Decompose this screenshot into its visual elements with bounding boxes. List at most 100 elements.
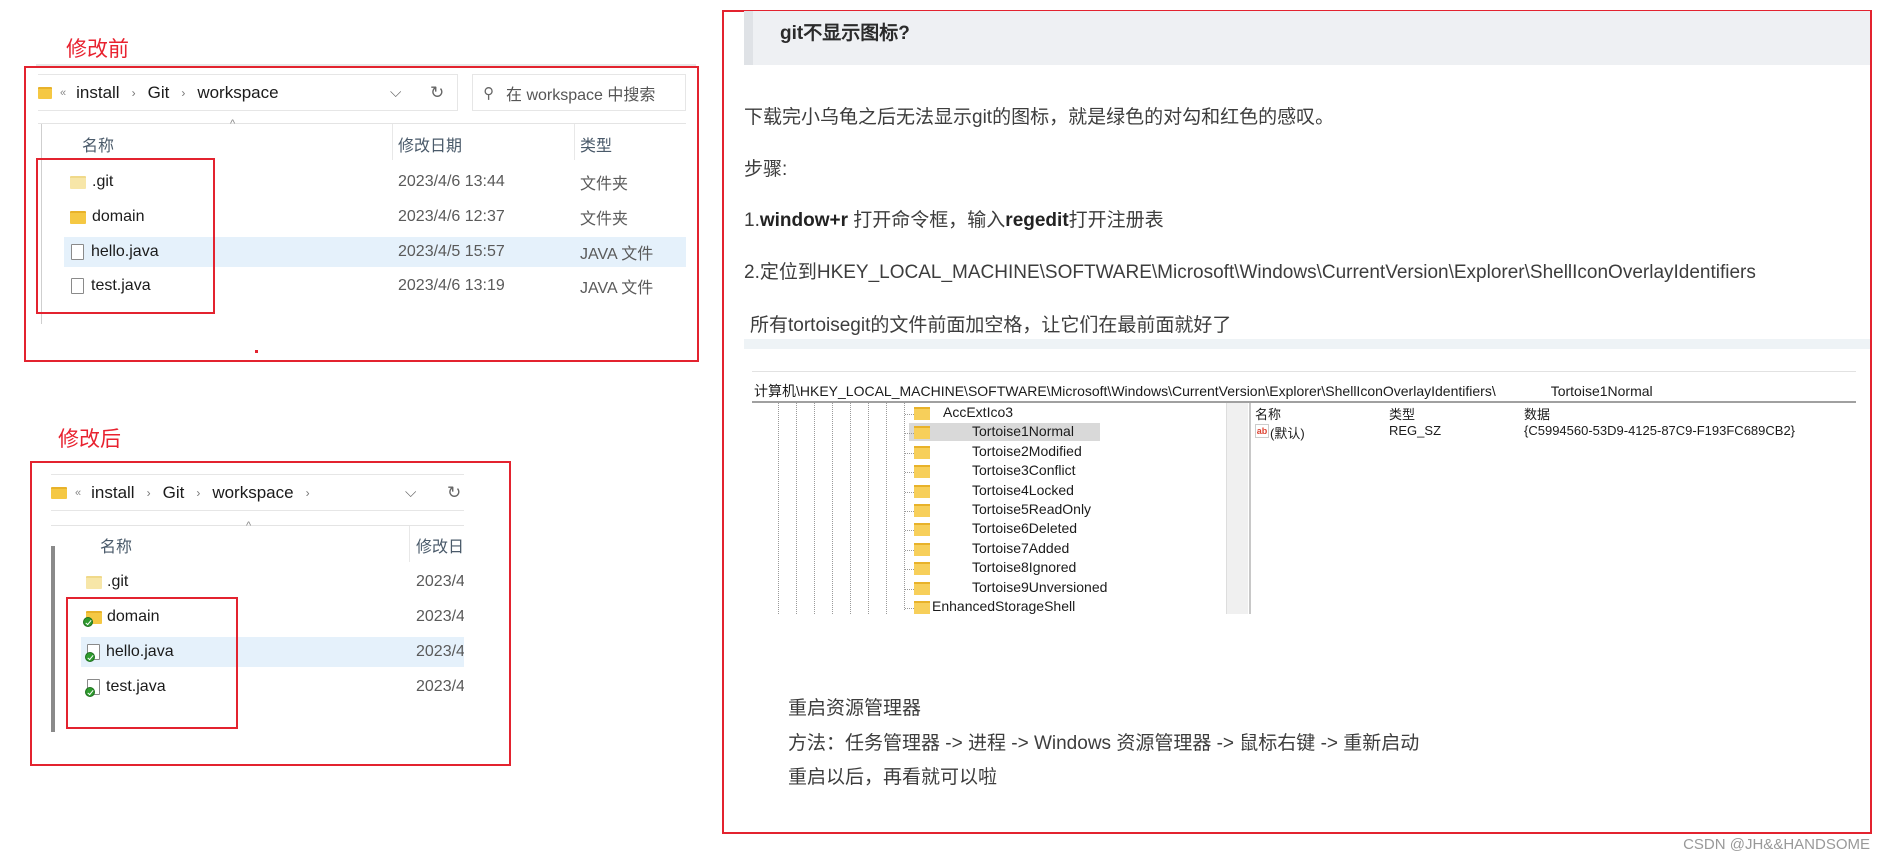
before-address-bar[interactable]: « install › Git › workspace ⌵ ↻ bbox=[38, 74, 458, 111]
registry-key-name: Tortoise4Locked bbox=[972, 481, 1074, 498]
tree-connector bbox=[905, 588, 914, 590]
bold-text: regedit bbox=[1005, 210, 1069, 231]
tree-guide bbox=[886, 403, 887, 614]
article-heading: git不显示图标? bbox=[780, 23, 910, 44]
step-1: 1.window+r 打开命令框，输入regedit打开注册表 bbox=[744, 205, 1164, 232]
breadcrumb-git[interactable]: Git bbox=[163, 483, 185, 503]
watermark: CSDN @JH&&HANDSOME bbox=[1683, 836, 1870, 853]
tree-connector bbox=[905, 414, 914, 415]
file-date: 2023/4 bbox=[416, 573, 464, 590]
registry-key[interactable]: Tortoise9Unversioned bbox=[905, 579, 1225, 598]
values-header-type[interactable]: 类型 bbox=[1389, 404, 1415, 423]
sort-up-icon[interactable]: ^ bbox=[230, 118, 235, 130]
column-header-name[interactable]: 名称 bbox=[100, 533, 132, 557]
divider bbox=[752, 401, 1856, 403]
registry-key[interactable]: Tortoise2Modified bbox=[905, 443, 1225, 462]
folder-icon bbox=[914, 601, 930, 614]
step-number: 1. bbox=[744, 210, 760, 231]
before-highlight-box bbox=[36, 158, 215, 314]
registry-key-name: AccExtIco3 bbox=[943, 404, 1014, 420]
breadcrumb-git[interactable]: Git bbox=[148, 83, 170, 103]
file-date: 2023/4 bbox=[416, 643, 464, 660]
tree-guide bbox=[778, 403, 779, 614]
file-name: .git bbox=[107, 573, 129, 590]
value-type: REG_SZ bbox=[1389, 423, 1442, 438]
registry-key[interactable]: EnhancedStorageShell bbox=[905, 598, 1225, 617]
breadcrumb-workspace[interactable]: workspace bbox=[197, 83, 278, 103]
folder-icon bbox=[38, 86, 52, 99]
column-header-date[interactable]: 修改日 bbox=[416, 533, 464, 557]
after-address-bar[interactable]: « install › Git › workspace › ⌵ ↻ bbox=[51, 474, 464, 511]
registry-key[interactable]: Tortoise4Locked bbox=[905, 482, 1225, 501]
step-2: 2.定位到HKEY_LOCAL_MACHINE\SOFTWARE\Microso… bbox=[744, 262, 1756, 283]
tree-connector bbox=[905, 491, 914, 493]
registry-key[interactable]: Tortoise7Added bbox=[905, 540, 1225, 559]
registry-key[interactable]: Tortoise8Ignored bbox=[905, 559, 1225, 578]
folder-icon bbox=[914, 465, 930, 479]
file-type: 文件夹 bbox=[580, 211, 629, 228]
registry-address-bar[interactable]: 计算机\HKEY_LOCAL_MACHINE\SOFTWARE\Microsof… bbox=[754, 381, 1653, 401]
tree-connector bbox=[905, 549, 914, 551]
column-header-date[interactable]: 修改日期 bbox=[398, 132, 462, 156]
column-separator[interactable] bbox=[574, 124, 575, 160]
file-date: 2023/4/6 12:37 bbox=[398, 208, 505, 225]
registry-key-name: Tortoise9Unversioned bbox=[972, 578, 1108, 595]
column-header-type[interactable]: 类型 bbox=[580, 132, 612, 156]
before-label: 修改前 bbox=[66, 38, 129, 61]
registry-key[interactable]: AccExtIco3 bbox=[905, 404, 1225, 423]
folder-icon bbox=[86, 575, 102, 589]
text: 打开命令框，输入 bbox=[848, 210, 1006, 231]
overflow-chevron-icon[interactable]: « bbox=[75, 487, 81, 499]
folder-icon bbox=[914, 484, 930, 498]
after-highlight-box bbox=[66, 597, 238, 729]
scrollbar[interactable] bbox=[51, 546, 55, 732]
values-header-name[interactable]: 名称 bbox=[1255, 404, 1281, 423]
tree-guide bbox=[832, 403, 833, 614]
breadcrumb-install[interactable]: install bbox=[76, 83, 119, 103]
value-name[interactable]: (默认) bbox=[1270, 423, 1305, 442]
after-label: 修改后 bbox=[58, 428, 121, 451]
tree-connector bbox=[905, 569, 914, 571]
breadcrumb-install[interactable]: install bbox=[91, 483, 134, 503]
file-row[interactable]: .git 2023/4 bbox=[81, 567, 464, 597]
chevron-down-icon[interactable]: ⌵ bbox=[405, 484, 416, 501]
registry-key[interactable]: Tortoise5ReadOnly bbox=[905, 501, 1225, 520]
sort-up-icon[interactable]: ^ bbox=[246, 520, 251, 532]
string-value-icon: ab bbox=[1255, 424, 1269, 438]
breadcrumb-workspace[interactable]: workspace bbox=[212, 483, 293, 503]
folder-icon bbox=[914, 407, 930, 420]
intro-text: 下载完小乌龟之后无法显示git的图标，就是绿色的对勾和红色的感叹。 bbox=[744, 107, 1335, 128]
bold-text: window+r bbox=[759, 210, 849, 231]
registry-key[interactable]: Tortoise3Conflict bbox=[905, 462, 1225, 481]
registry-key-name: Tortoise3Conflict bbox=[972, 462, 1076, 479]
folder-icon bbox=[914, 426, 930, 440]
values-header-data[interactable]: 数据 bbox=[1524, 404, 1550, 423]
refresh-icon[interactable]: ↻ bbox=[430, 83, 444, 103]
folder-icon bbox=[914, 445, 930, 459]
tree-connector bbox=[905, 433, 914, 435]
image-top-strip bbox=[744, 339, 1870, 349]
folder-icon bbox=[914, 581, 930, 595]
registry-key[interactable]: Tortoise6Deleted bbox=[905, 520, 1225, 539]
column-separator[interactable] bbox=[392, 124, 393, 160]
before-search-box[interactable]: ⚲ 在 workspace 中搜索 bbox=[472, 74, 686, 111]
overflow-chevron-icon[interactable]: « bbox=[60, 87, 66, 99]
registry-key[interactable]: Tortoise1Normal bbox=[905, 423, 1225, 442]
registry-path-selected: Tortoise1Normal bbox=[1550, 383, 1653, 399]
chevron-down-icon[interactable]: ⌵ bbox=[390, 84, 401, 101]
file-date: 2023/4/5 15:57 bbox=[398, 243, 505, 260]
folder-icon bbox=[914, 504, 930, 517]
refresh-icon[interactable]: ↻ bbox=[447, 483, 461, 503]
pane-splitter[interactable] bbox=[1249, 403, 1251, 614]
tree-scrollbar[interactable] bbox=[1226, 403, 1248, 614]
file-type: 文件夹 bbox=[580, 176, 629, 193]
restart-after: 重启以后，再看就可以啦 bbox=[788, 767, 998, 788]
column-header-name[interactable]: 名称 bbox=[82, 132, 114, 156]
file-date: 2023/4 bbox=[416, 678, 464, 695]
registry-key-name: Tortoise1Normal bbox=[972, 423, 1074, 440]
column-separator[interactable] bbox=[409, 526, 410, 562]
registry-key-name: Tortoise6Deleted bbox=[972, 520, 1078, 537]
registry-key-name: EnhancedStorageShell bbox=[932, 598, 1076, 614]
file-date: 2023/4/6 13:19 bbox=[398, 277, 505, 294]
registry-key-name: Tortoise5ReadOnly bbox=[972, 501, 1092, 517]
